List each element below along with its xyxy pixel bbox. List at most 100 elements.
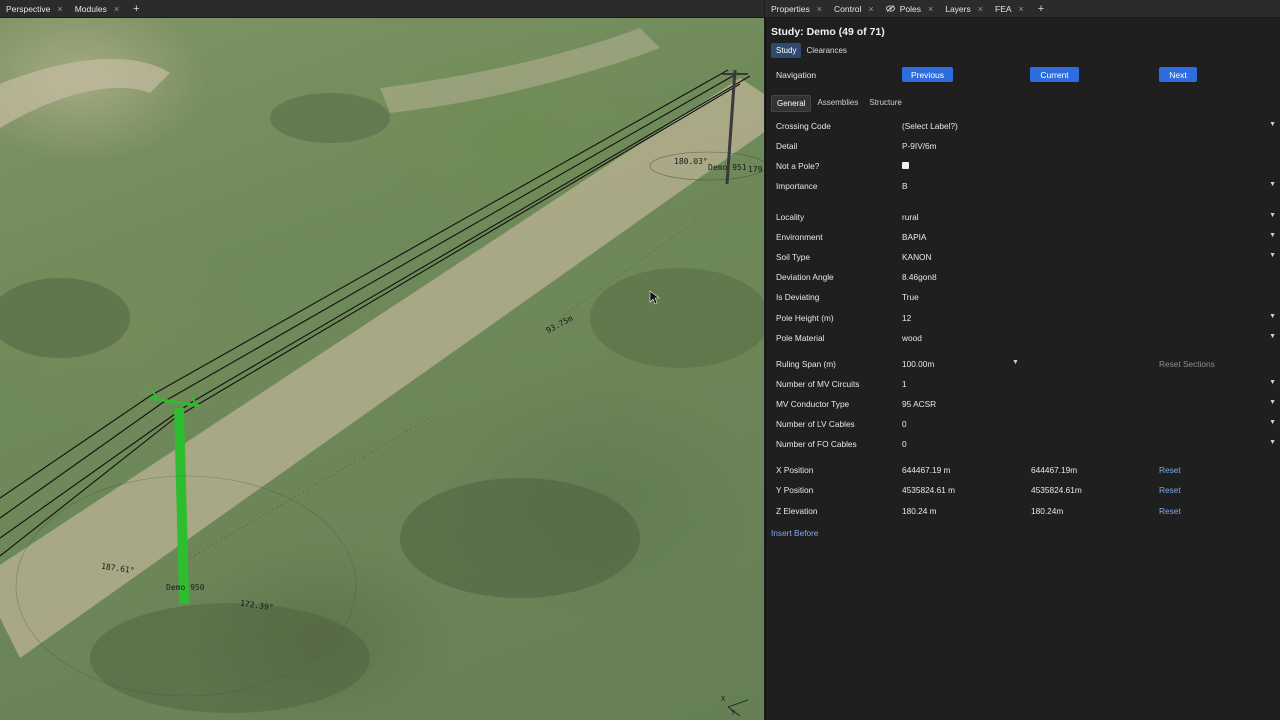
field-label: Z Elevation <box>776 506 818 516</box>
tab-assemblies[interactable]: Assemblies <box>812 95 863 112</box>
chevron-down-icon[interactable]: ▼ <box>1269 121 1276 128</box>
chevron-down-icon[interactable]: ▼ <box>1012 359 1019 366</box>
navigation-label: Navigation <box>776 70 817 80</box>
importance-row[interactable]: Importance B ▼ <box>766 177 1280 195</box>
close-icon[interactable]: × <box>978 4 983 14</box>
detail-row[interactable]: Detail P-9IV/6m <box>766 137 1280 155</box>
y-position-input[interactable]: 4535824.61 m <box>902 485 955 495</box>
pole-951-angle-label: 180.03° <box>674 157 708 166</box>
crossing-code-row[interactable]: Crossing Code (Select Label?) ▼ <box>766 117 1280 135</box>
locality-row[interactable]: Locality rural ▼ <box>766 208 1280 226</box>
close-icon[interactable]: × <box>114 4 119 14</box>
previous-button[interactable]: Previous <box>902 67 953 82</box>
lv-cables-row[interactable]: Number of LV Cables 0 ▼ <box>766 415 1280 433</box>
x-position-input[interactable]: 644467.19 m <box>902 465 950 475</box>
close-icon[interactable]: × <box>1019 4 1024 14</box>
mv-circuits-row[interactable]: Number of MV Circuits 1 ▼ <box>766 375 1280 393</box>
not-a-pole-checkbox[interactable] <box>902 162 909 169</box>
chevron-down-icon[interactable]: ▼ <box>1269 252 1276 259</box>
fo-cables-select[interactable]: 0 <box>902 439 907 449</box>
not-a-pole-row[interactable]: Not a Pole? <box>766 157 1280 175</box>
y-reset-button[interactable]: Reset <box>1159 485 1181 495</box>
tab-control[interactable]: Control × <box>828 0 880 18</box>
environment-row[interactable]: Environment BAPIA ▼ <box>766 228 1280 246</box>
current-button[interactable]: Current <box>1030 67 1079 82</box>
add-tab-icon[interactable]: + <box>1030 3 1052 15</box>
pole-951-suffix-label: 179 <box>748 165 763 174</box>
next-button[interactable]: Next <box>1159 67 1197 82</box>
fo-cables-row[interactable]: Number of FO Cables 0 ▼ <box>766 435 1280 453</box>
tab-properties[interactable]: Properties × <box>765 0 828 18</box>
importance-select[interactable]: B <box>902 181 908 191</box>
reset-sections-button[interactable]: Reset Sections <box>1159 359 1215 369</box>
insert-before-link[interactable]: Insert Before <box>771 528 819 538</box>
field-label: Locality <box>776 212 805 222</box>
study-subtabs: Study Clearances <box>771 43 852 58</box>
add-tab-icon[interactable]: + <box>125 3 147 15</box>
subtab-study[interactable]: Study <box>771 43 802 58</box>
field-label: Number of MV Circuits <box>776 379 860 389</box>
lv-cables-select[interactable]: 0 <box>902 419 907 429</box>
tab-modules[interactable]: Modules × <box>69 0 125 18</box>
field-label: Pole Height (m) <box>776 313 834 323</box>
tab-layers[interactable]: Layers × <box>939 0 989 18</box>
vegetation <box>90 603 370 713</box>
axis-x-label: X <box>721 695 726 703</box>
field-label: Number of FO Cables <box>776 439 857 449</box>
vegetation <box>270 93 390 143</box>
mv-conductor-select[interactable]: 95 ACSR <box>902 399 936 409</box>
subtab-clearances[interactable]: Clearances <box>801 43 851 58</box>
pole-height-select[interactable]: 12 <box>902 313 911 323</box>
tab-fea[interactable]: FEA × <box>989 0 1030 18</box>
tab-label: Poles <box>899 3 921 14</box>
detail-value[interactable]: P-9IV/6m <box>902 141 937 151</box>
field-label: Is Deviating <box>776 292 820 302</box>
ruling-span-select[interactable]: 100.00m <box>902 359 934 369</box>
x-reset-button[interactable]: Reset <box>1159 465 1181 475</box>
tab-label: Modules <box>74 3 107 14</box>
tab-perspective[interactable]: Perspective × <box>0 0 69 18</box>
x-position-row: X Position 644467.19 m 644467.19m Reset <box>766 461 1280 479</box>
3d-viewport[interactable]: 180.03° Demo 951 179 93.75m Demo 950 187… <box>0 18 764 720</box>
mv-circuits-select[interactable]: 1 <box>902 379 907 389</box>
pole-951-name-label: Demo 951 <box>708 163 747 172</box>
chevron-down-icon[interactable]: ▼ <box>1269 379 1276 386</box>
navigation-row: Navigation Previous Current Next <box>766 67 1280 83</box>
field-label: Number of LV Cables <box>776 419 855 429</box>
close-icon[interactable]: × <box>928 4 933 14</box>
chevron-down-icon[interactable]: ▼ <box>1269 333 1276 340</box>
chevron-down-icon[interactable]: ▼ <box>1269 232 1276 239</box>
environment-select[interactable]: BAPIA <box>902 232 926 242</box>
z-elevation-input[interactable]: 180.24 m <box>902 506 937 516</box>
field-label: Importance <box>776 181 818 191</box>
chevron-down-icon[interactable]: ▼ <box>1269 399 1276 406</box>
close-icon[interactable]: × <box>868 4 873 14</box>
crossing-code-select[interactable]: (Select Label?) <box>902 121 958 131</box>
pole-material-row[interactable]: Pole Material wood ▼ <box>766 329 1280 347</box>
pole-height-row[interactable]: Pole Height (m) 12 ▼ <box>766 309 1280 327</box>
chevron-down-icon[interactable]: ▼ <box>1269 439 1276 446</box>
field-label: Y Position <box>776 485 814 495</box>
close-icon[interactable]: × <box>817 4 822 14</box>
general-tabs: General Assemblies Structure <box>771 95 908 112</box>
pole-material-select[interactable]: wood <box>902 333 922 343</box>
z-reset-button[interactable]: Reset <box>1159 506 1181 516</box>
eye-icon[interactable] <box>885 4 895 14</box>
chevron-down-icon[interactable]: ▼ <box>1269 181 1276 188</box>
chevron-down-icon[interactable]: ▼ <box>1269 313 1276 320</box>
field-label: Environment <box>776 232 823 242</box>
chevron-down-icon[interactable]: ▼ <box>1269 419 1276 426</box>
z-elevation-computed: 180.24m <box>1031 506 1064 516</box>
close-icon[interactable]: × <box>57 4 62 14</box>
panel-tabbar: Properties × Control × Poles × Layers × … <box>765 0 1280 18</box>
ruling-span-row[interactable]: Ruling Span (m) 100.00m ▼ Reset Sections <box>766 355 1280 373</box>
tab-general[interactable]: General <box>771 95 812 112</box>
soil-type-row[interactable]: Soil Type KANON ▼ <box>766 248 1280 266</box>
mv-conductor-row[interactable]: MV Conductor Type 95 ACSR ▼ <box>766 395 1280 413</box>
tab-structure[interactable]: Structure <box>864 95 906 112</box>
locality-select[interactable]: rural <box>902 212 919 222</box>
tab-label: Control <box>834 3 862 14</box>
chevron-down-icon[interactable]: ▼ <box>1269 212 1276 219</box>
tab-poles[interactable]: Poles × <box>880 0 940 18</box>
soil-type-select[interactable]: KANON <box>902 252 932 262</box>
